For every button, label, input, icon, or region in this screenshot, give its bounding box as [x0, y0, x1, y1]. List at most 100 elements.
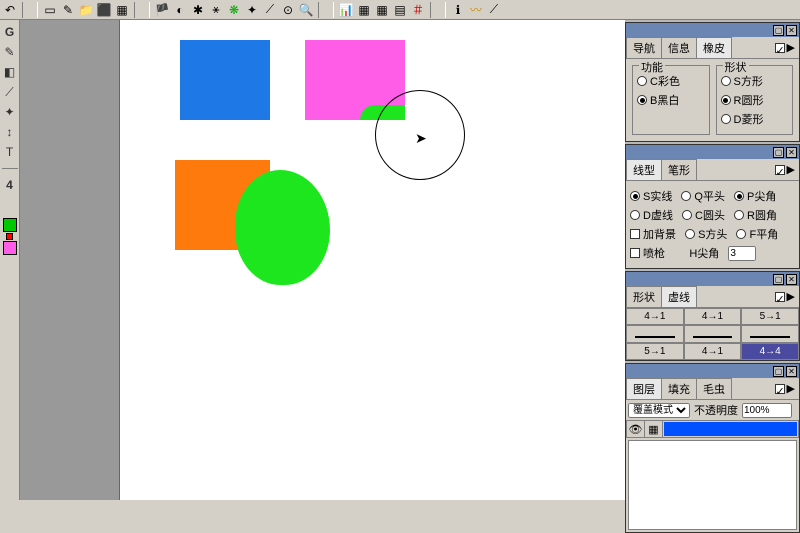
panel3-icon[interactable]: ▤ [392, 2, 408, 18]
shape-dash-panel: ▢✕ 形状 虚线 ✓▶ 4→1 4→1 5→1 5→1 4→1 4→4 [625, 271, 800, 361]
panel2-icon[interactable]: ▦ [374, 2, 390, 18]
right-panels: ▢✕ 导航 信息 橡皮 ✓▶ 功能 C彩色 B黑白 形状 S方形 R圆形 D菱形 [625, 20, 800, 500]
dash-sample[interactable] [741, 325, 799, 343]
ruler-area [20, 20, 120, 500]
dash-cell[interactable]: 4→1 [684, 343, 742, 360]
slash-icon[interactable]: ⟋ [486, 2, 502, 18]
opacity-input[interactable] [742, 403, 792, 418]
blue-square [180, 40, 270, 120]
minimize-icon[interactable]: ▢ [773, 25, 784, 36]
flag-icon[interactable]: 🏴 [154, 2, 170, 18]
blend-mode-select[interactable]: 覆盖模式 [628, 403, 690, 418]
panel-check[interactable]: ✓ [775, 43, 785, 53]
swatch-red[interactable] [6, 233, 13, 240]
rect-icon[interactable]: ▭ [42, 2, 58, 18]
target-icon[interactable]: ⊙ [280, 2, 296, 18]
undo-icon[interactable]: ↶ [2, 2, 18, 18]
dash-cell[interactable]: 4→1 [684, 308, 742, 325]
canvas[interactable]: ➤ [120, 20, 625, 500]
panel-check[interactable]: ✓ [775, 165, 785, 175]
layer-row[interactable]: 👁 ▦ [626, 420, 799, 438]
tab-info[interactable]: 信息 [661, 37, 697, 58]
chart-icon[interactable]: 📊 [338, 2, 354, 18]
green-blob [235, 170, 330, 285]
radio-solid[interactable] [630, 191, 640, 201]
radio-round[interactable] [721, 95, 731, 105]
dash-cell-active[interactable]: 4→4 [741, 343, 799, 360]
panel-check[interactable]: ✓ [775, 292, 785, 302]
layer-panel: ▢✕ 图层 填充 毛虫 ✓▶ 覆盖模式 不透明度 👁 ▦ [625, 363, 800, 533]
line-icon[interactable]: ⟋ [262, 2, 278, 18]
type-tool-icon[interactable]: T [2, 144, 18, 160]
radio-flat[interactable] [681, 191, 691, 201]
panel-check[interactable]: ✓ [775, 384, 785, 394]
dash-cell[interactable]: 5→1 [741, 308, 799, 325]
swatch-green[interactable] [3, 218, 17, 232]
panel-menu-icon[interactable]: ▶ [787, 382, 795, 395]
minimize-icon[interactable]: ▢ [773, 366, 784, 377]
radio-dash[interactable] [630, 210, 640, 220]
panel-menu-icon[interactable]: ▶ [787, 163, 795, 176]
minimize-icon[interactable]: ▢ [773, 274, 784, 285]
size-label: 4 [2, 177, 18, 193]
panel-menu-icon[interactable]: ▶ [787, 41, 795, 54]
line-tool-icon[interactable]: ⟋ [2, 84, 18, 100]
grid-icon[interactable]: ▦ [114, 2, 130, 18]
radio-roundjoin[interactable] [734, 210, 744, 220]
radio-flatjoin[interactable] [736, 229, 746, 239]
panel-menu-icon[interactable]: ▶ [787, 290, 795, 303]
close-icon[interactable]: ✕ [786, 147, 797, 158]
tab-dash[interactable]: 虚线 [661, 286, 697, 307]
sparkle-icon[interactable]: ❋ [226, 2, 242, 18]
radio-diamond[interactable] [721, 114, 731, 124]
star-tool-icon[interactable]: ✦ [2, 104, 18, 120]
fill-icon[interactable]: ⬛ [96, 2, 112, 18]
close-icon[interactable]: ✕ [786, 25, 797, 36]
dash-cell[interactable]: 4→1 [626, 308, 684, 325]
wand-icon[interactable]: ✦ [244, 2, 260, 18]
circle-icon[interactable]: ◐ [172, 2, 188, 18]
eraser-panel: ▢✕ 导航 信息 橡皮 ✓▶ 功能 C彩色 B黑白 形状 S方形 R圆形 D菱形 [625, 22, 800, 142]
radio-square[interactable] [721, 76, 731, 86]
tab-linetype[interactable]: 线型 [626, 159, 662, 180]
star-icon[interactable]: ✱ [190, 2, 206, 18]
pencil-icon[interactable]: ✎ [60, 2, 76, 18]
tab-shape[interactable]: 形状 [626, 286, 662, 307]
open-icon[interactable]: 📁 [78, 2, 94, 18]
radio-color[interactable] [637, 76, 647, 86]
panel1-icon[interactable]: ▦ [356, 2, 372, 18]
miter-input[interactable] [728, 246, 756, 261]
color-swatches [0, 217, 20, 256]
visibility-icon[interactable]: 👁 [627, 421, 645, 437]
tab-nav[interactable]: 导航 [626, 37, 662, 58]
radio-sharp[interactable] [734, 191, 744, 201]
close-icon[interactable]: ✕ [786, 274, 797, 285]
layer-list[interactable] [628, 440, 797, 530]
move-tool-icon[interactable]: ↕ [2, 124, 18, 140]
info-icon[interactable]: ℹ [450, 2, 466, 18]
dash-sample[interactable] [684, 325, 742, 343]
dash-cell[interactable]: 5→1 [626, 343, 684, 360]
zoom-icon[interactable]: 🔍 [298, 2, 314, 18]
burst-icon[interactable]: ⚹ [208, 2, 224, 18]
radio-roundcap[interactable] [682, 210, 692, 220]
dash-sample[interactable] [626, 325, 684, 343]
wave-icon[interactable]: 〰 [468, 2, 484, 18]
close-icon[interactable]: ✕ [786, 366, 797, 377]
text-tool-icon[interactable]: G [2, 24, 18, 40]
select-tool-icon[interactable]: ◧ [2, 64, 18, 80]
pencil-tool-icon[interactable]: ✎ [2, 44, 18, 60]
tab-penshape[interactable]: 笔形 [661, 159, 697, 180]
chk-spray[interactable] [630, 248, 640, 258]
tab-fill[interactable]: 填充 [661, 378, 697, 399]
minimize-icon[interactable]: ▢ [773, 147, 784, 158]
radio-bw[interactable] [637, 95, 647, 105]
function-group: 功能 C彩色 B黑白 [632, 65, 710, 135]
hash-icon[interactable]: ＃ [410, 2, 426, 18]
swatch-pink[interactable] [3, 241, 17, 255]
radio-sqcap[interactable] [685, 229, 695, 239]
tab-layer[interactable]: 图层 [626, 378, 662, 399]
tab-worm[interactable]: 毛虫 [696, 378, 732, 399]
chk-bg[interactable] [630, 229, 640, 239]
tab-eraser[interactable]: 橡皮 [696, 37, 732, 58]
